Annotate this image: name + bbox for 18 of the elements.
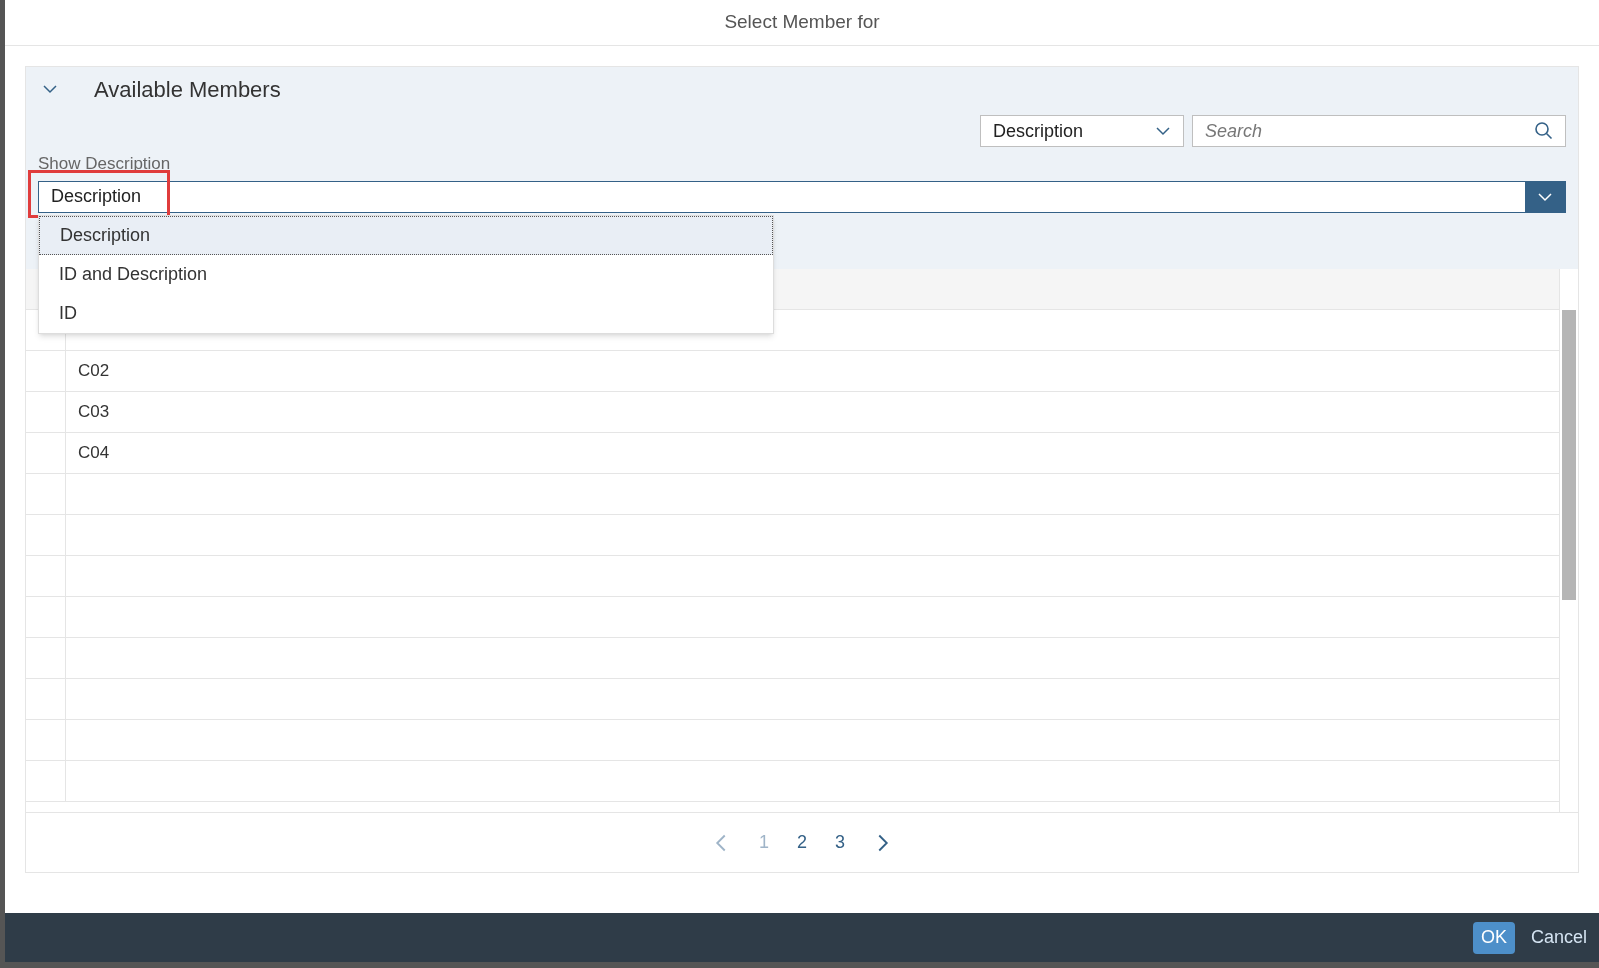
page-link[interactable]: 2 [797,829,807,856]
search-icon[interactable] [1534,121,1554,141]
select-value: Description [51,185,142,208]
table-cell-text: C04 [77,441,110,464]
dialog-title: Select Member for [724,10,880,35]
field-label: Show Description [38,154,171,173]
dropdown-option[interactable]: ID [39,293,773,333]
search-scope-select[interactable]: Description [980,115,1184,147]
cancel-button[interactable]: Cancel [1530,924,1587,951]
dropdown-option[interactable]: Description [39,215,773,255]
search-field[interactable]: Search [1192,115,1566,147]
table-cell-text: C03 [77,400,110,423]
show-description-select[interactable]: Description [38,180,1566,213]
dropdown-option[interactable]: ID and Description [39,254,773,294]
table-cell-text: C02 [77,359,110,382]
scrollbar-thumb[interactable] [1562,309,1576,600]
page-link[interactable]: 3 [835,829,845,856]
panel-title: Available Members [94,75,281,104]
